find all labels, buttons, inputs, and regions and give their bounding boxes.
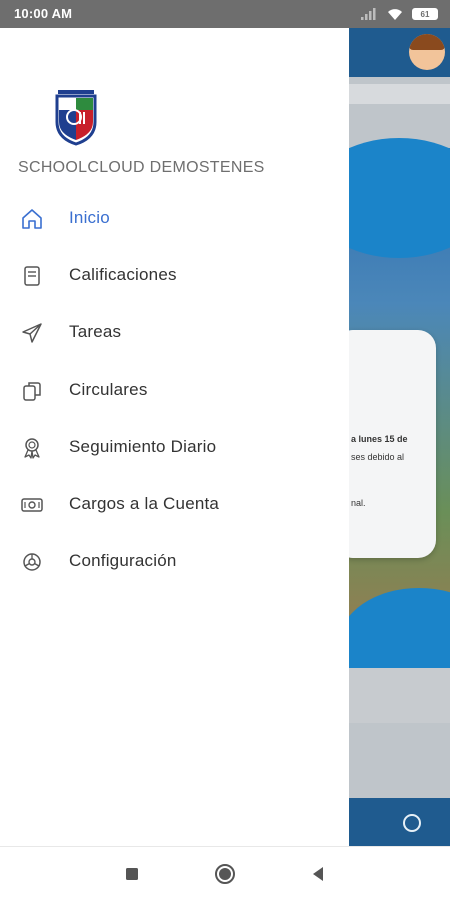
menu-item-label: Circulares — [69, 380, 148, 399]
circle-icon — [215, 864, 235, 884]
card-text: a lunes 15 de — [351, 434, 408, 444]
school-name: SCHOOLCLOUD DEMOSTENES — [18, 159, 265, 176]
soccer-ball-icon[interactable] — [403, 814, 421, 832]
back-button[interactable] — [305, 861, 331, 887]
status-icons: 61 — [360, 6, 438, 22]
user-avatar[interactable] — [409, 34, 445, 70]
recents-button[interactable] — [119, 861, 145, 887]
menu-item-label: Inicio — [69, 208, 110, 227]
menu-item-label: Cargos a la Cuenta — [69, 494, 220, 513]
gear-icon — [23, 553, 41, 571]
system-nav-bar — [0, 846, 450, 901]
menu-item-inicio[interactable]: Inicio — [0, 194, 349, 244]
menu-item-seguimiento-diario[interactable]: Seguimiento Diario — [0, 423, 349, 473]
wifi-icon — [388, 9, 402, 20]
menu-item-circulares[interactable]: Circulares — [0, 366, 349, 416]
money-icon — [21, 498, 43, 512]
home-icon — [22, 209, 42, 229]
battery-icon: 61 — [412, 8, 438, 20]
status-bar: 10:00 AM 61 — [0, 0, 450, 28]
background-bottom-bar — [349, 798, 450, 846]
navigation-drawer: SCHOOLCLOUD DEMOSTENES Inicio Calificaci… — [0, 28, 349, 846]
announcement-card[interactable]: a lunes 15 de ses debido al nal. — [349, 330, 436, 558]
award-icon — [24, 438, 40, 459]
menu-item-label: Tareas — [69, 322, 122, 341]
send-icon — [22, 323, 42, 343]
background-app-bar — [349, 28, 450, 77]
menu-item-calificaciones[interactable]: Calificaciones — [0, 251, 349, 301]
card-text: ses debido al — [351, 452, 405, 462]
menu-item-label: Seguimiento Diario — [69, 437, 217, 456]
back-triangle-icon — [313, 867, 323, 881]
menu-item-configuracion[interactable]: Configuración — [0, 537, 349, 587]
files-icon — [23, 382, 41, 401]
menu-item-cargos-a-la-cuenta[interactable]: Cargos a la Cuenta — [0, 480, 349, 530]
background-app: a lunes 15 de ses debido al nal. — [349, 28, 450, 846]
background-strip — [349, 84, 450, 104]
card-text: nal. — [351, 498, 366, 508]
square-icon — [126, 868, 138, 880]
status-time: 10:00 AM — [14, 6, 73, 21]
signal-icon — [361, 8, 376, 20]
background-section — [349, 668, 450, 723]
document-icon — [24, 266, 40, 286]
background-wave — [349, 138, 450, 258]
menu-item-label: Calificaciones — [69, 265, 177, 284]
menu-item-tareas[interactable]: Tareas — [0, 308, 349, 358]
menu-item-label: Configuración — [69, 551, 177, 570]
home-button[interactable] — [212, 861, 238, 887]
school-logo — [55, 90, 97, 146]
